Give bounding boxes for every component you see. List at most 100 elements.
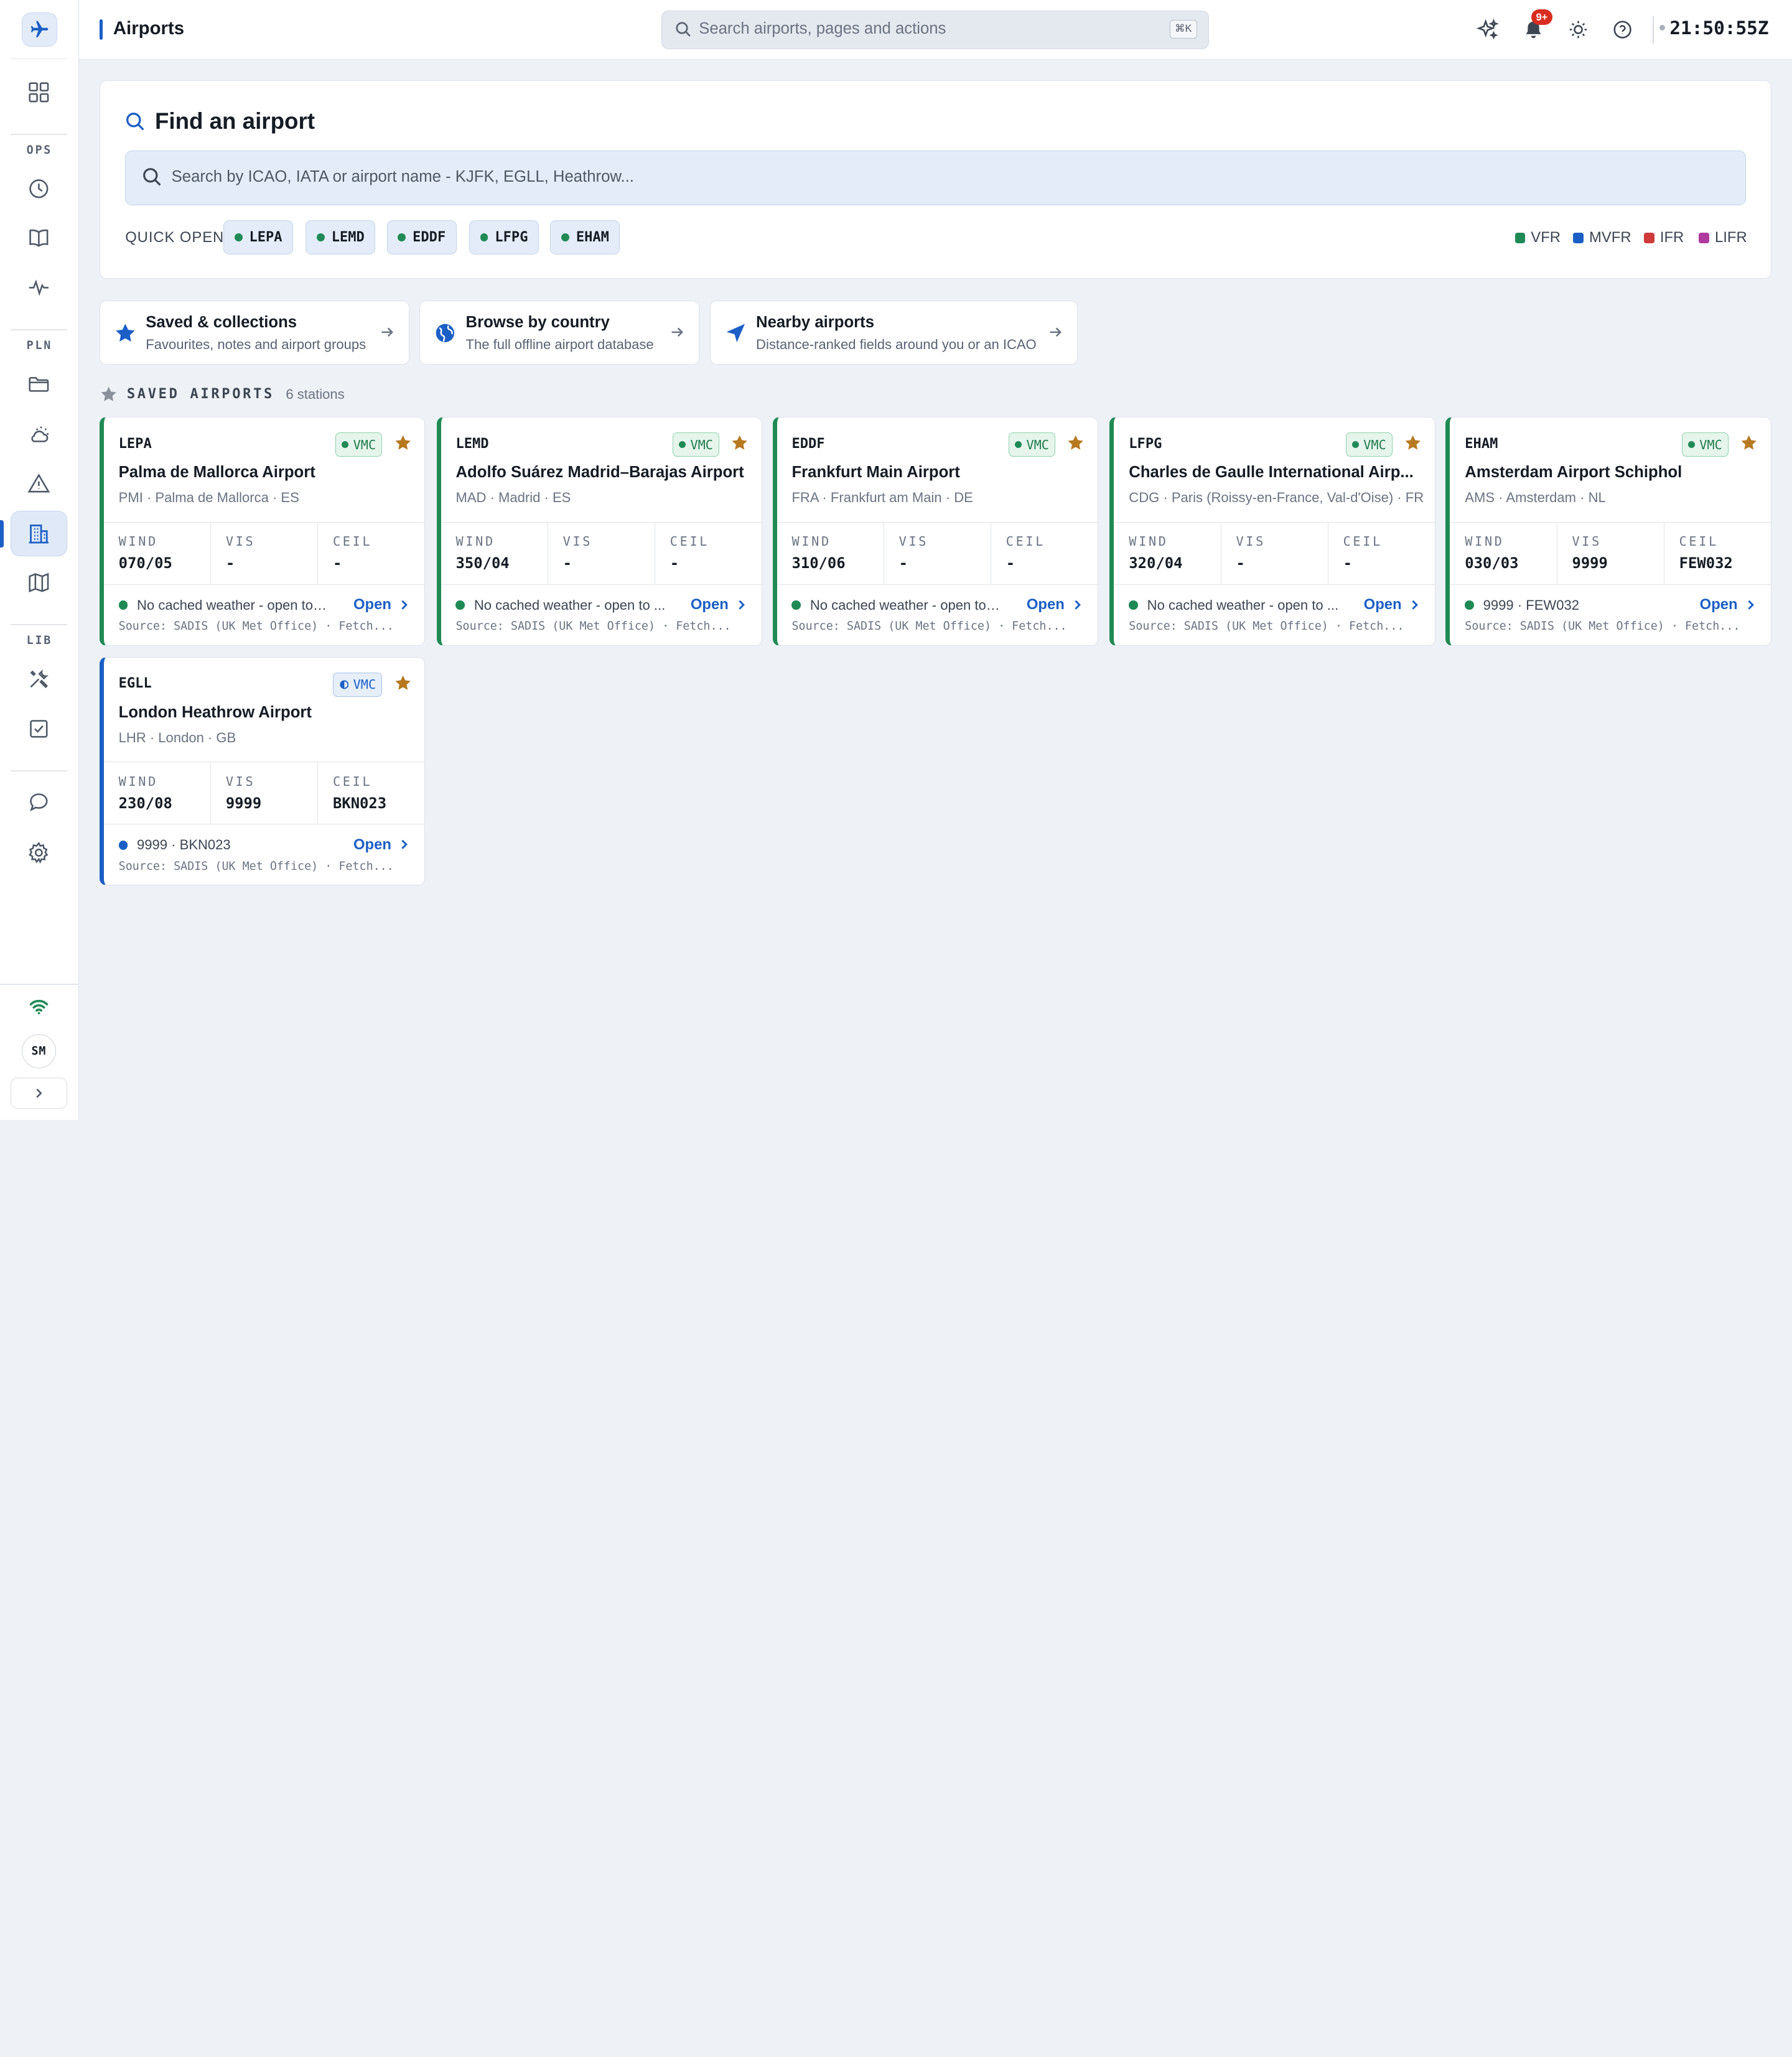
star-icon [1405, 435, 1421, 450]
vis-label: VIS [1236, 533, 1266, 549]
airport-card[interactable]: EDDF VMC Frankfurt Main Airport FRA · Frank… [772, 417, 1099, 646]
open-airport-link[interactable]: Open [353, 836, 409, 854]
sidebar-item-settings[interactable] [22, 836, 56, 870]
airport-location: AMS · Amsterdam · NL [1465, 490, 1606, 506]
vis-label: VIS [1572, 533, 1602, 549]
airport-search-input[interactable] [171, 151, 1658, 204]
sidebar-item-history[interactable] [22, 172, 56, 206]
open-airport-link[interactable]: Open [1027, 596, 1083, 613]
browse-country-card[interactable]: Browse by country The full offline airpo… [419, 301, 700, 365]
settings-icon [29, 841, 49, 864]
legend-label: MVFR [1589, 229, 1631, 246]
quick-open-chip[interactable]: LFPG [469, 220, 539, 254]
airport-card[interactable]: LEMD VMC Adolfo Suárez Madrid–Barajas Airp… [436, 417, 763, 646]
wind-cell: WIND 320/04 [1114, 522, 1221, 584]
airport-name: London Heathrow Airport [118, 703, 312, 721]
sidebar-item-checklists[interactable] [22, 712, 56, 746]
saved-collections-card[interactable]: Saved & collections Favourites, notes an… [99, 301, 409, 365]
open-airport-link[interactable]: Open [691, 596, 747, 613]
quick-open-chip[interactable]: EHAM [550, 220, 620, 254]
expand-sidebar-button[interactable] [10, 1078, 68, 1109]
ceil-value: - [332, 554, 342, 572]
wind-label: WIND [791, 533, 831, 549]
clock-icon [29, 179, 49, 198]
sidebar-item-library[interactable] [22, 220, 56, 254]
ceil-cell: CEIL BKN023 [318, 762, 424, 824]
global-search-input[interactable] [699, 11, 1156, 48]
weather-source: Source: SADIS (UK Met Office) · Fetch... [455, 620, 731, 633]
ceil-value: BKN023 [332, 794, 387, 812]
weather-grid: WIND 350/04 VIS - CEIL - [441, 521, 762, 585]
sidebar-item-chat[interactable] [22, 785, 56, 819]
status-text: No cached weather - open to lo... [810, 597, 1004, 613]
airport-search[interactable] [125, 150, 1746, 205]
favourite-button[interactable] [1740, 434, 1758, 452]
airport-card[interactable]: LEPA VMC Palma de Mallorca Airport PMI · Pa… [99, 417, 426, 646]
weather-source: Source: SADIS (UK Met Office) · Fetch... [1465, 620, 1740, 633]
weather-source: Source: SADIS (UK Met Office) · Fetch... [118, 860, 394, 874]
sidebar-item-airports[interactable] [10, 511, 68, 557]
help-button[interactable] [1610, 17, 1635, 42]
sidebar-item-charts[interactable] [22, 566, 56, 600]
ceil-label: CEIL [332, 533, 373, 549]
legend-mvfr: MVFR [1573, 229, 1631, 246]
ceil-cell: CEIL - [991, 523, 1098, 584]
ceil-label: CEIL [332, 773, 373, 789]
icao-code: LEMD [455, 436, 489, 452]
sparkles-icon [1477, 19, 1499, 40]
ceil-cell: CEIL - [318, 523, 424, 584]
folder-icon [29, 376, 49, 392]
status-dot [455, 600, 465, 610]
ceil-label: CEIL [1343, 533, 1383, 549]
nearby-airports-card[interactable]: Nearby airports Distance-ranked fields a… [709, 301, 1078, 365]
sidebar-item-activity[interactable] [22, 271, 56, 305]
activity-icon [29, 279, 49, 297]
sidebar-item-notams[interactable] [22, 466, 56, 500]
status-text: No cached weather - open to ... [1147, 597, 1339, 613]
notification-badge: 9+ [1531, 9, 1552, 26]
theme-toggle[interactable] [1566, 17, 1590, 42]
wind-value: 070/05 [118, 554, 172, 572]
favourite-button[interactable] [1404, 434, 1422, 452]
open-airport-link[interactable]: Open [1364, 596, 1420, 613]
sidebar-item-files[interactable] [22, 367, 56, 401]
section-label-pln: PLN [26, 339, 53, 353]
ceil-cell: CEIL - [655, 523, 762, 584]
quick-open-chip[interactable]: LEMD [306, 220, 376, 254]
conditions-badge: VMC [335, 432, 383, 457]
legend-ifr: IFR [1644, 229, 1684, 246]
card-subtitle: The full offline airport database [465, 336, 654, 352]
conditions-badge: VMC [1345, 432, 1393, 457]
ai-assistant-button[interactable] [1475, 17, 1500, 42]
wind-value: 310/06 [791, 554, 846, 572]
airport-card[interactable]: LFPG VMC Charles de Gaulle International A… [1109, 417, 1435, 646]
sidebar-item-dashboard[interactable] [22, 75, 56, 110]
favourite-button[interactable] [1066, 434, 1085, 452]
open-airport-link[interactable]: Open [353, 596, 409, 613]
favourite-button[interactable] [394, 674, 412, 692]
vis-cell: VIS - [548, 522, 655, 584]
status-text: No cached weather - open to ... [474, 597, 666, 613]
avatar[interactable]: SM [21, 1034, 56, 1069]
quick-open-chip[interactable]: LEPA [223, 220, 294, 254]
star-icon [732, 435, 748, 450]
airport-card[interactable]: EHAM VMC Amsterdam Airport Schiphol AMS · A… [1445, 417, 1771, 646]
open-airport-link[interactable]: Open [1700, 596, 1756, 613]
chevron-right-icon [739, 600, 745, 610]
favourite-button[interactable] [394, 434, 412, 452]
arrow-right-icon [671, 327, 684, 337]
airport-card[interactable]: EGLL VMC London Heathrow Airport LHR · Lond… [99, 657, 426, 886]
status-dot [1129, 600, 1138, 610]
weather-status: 9999 · FEW032 [1465, 597, 1676, 613]
sidebar-item-tools[interactable] [22, 661, 56, 696]
sidebar-item-weather[interactable] [22, 417, 56, 451]
favourite-button[interactable] [730, 434, 749, 452]
global-search[interactable]: ⌘K [661, 10, 1210, 49]
open-label: Open [690, 595, 729, 613]
status-dot [1015, 441, 1022, 449]
airport-location: MAD · Madrid · ES [455, 490, 571, 506]
quick-open-chip[interactable]: EDDF [386, 220, 457, 254]
app-logo[interactable] [21, 12, 57, 47]
weather-grid: WIND 070/05 VIS - CEIL - [103, 521, 425, 585]
chip-label: EHAM [576, 229, 609, 245]
